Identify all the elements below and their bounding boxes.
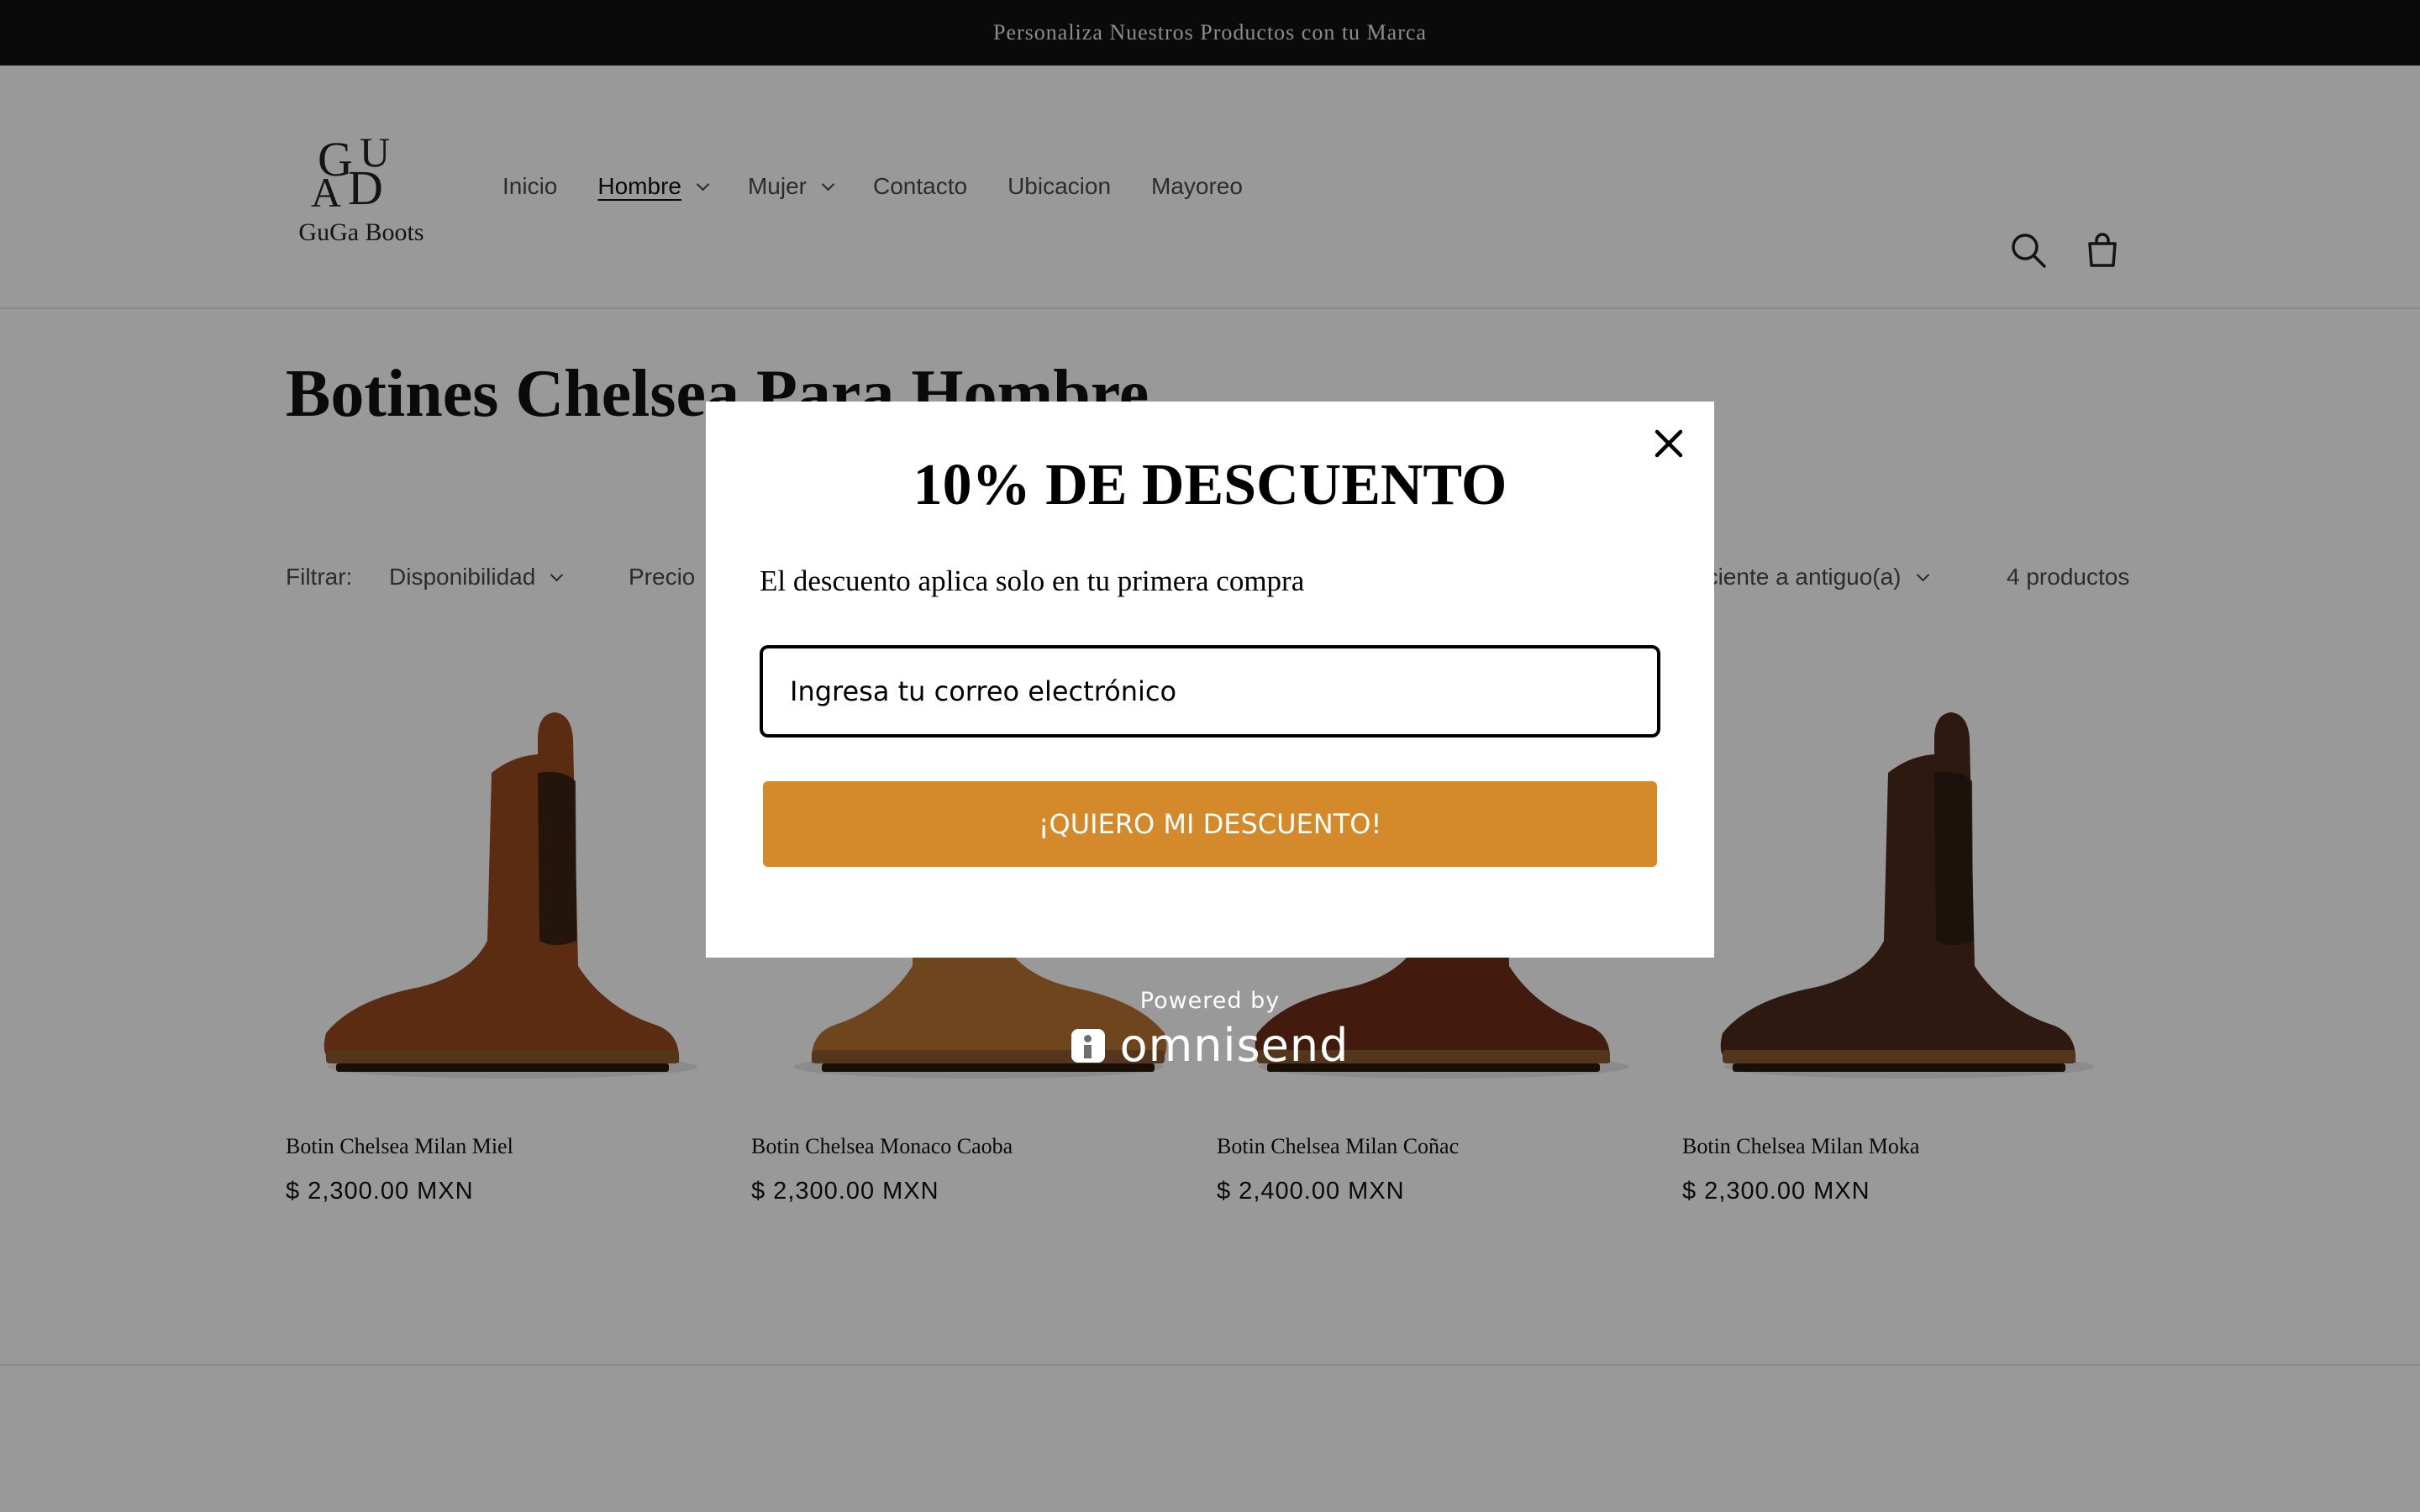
omnisend-brand: omnisend	[1042, 1019, 1378, 1072]
powered-by-label: Powered by	[1139, 988, 1281, 1014]
popup-subtitle: El descuento aplica solo en tu primera c…	[760, 564, 1305, 597]
powered-by-omnisend[interactable]: Powered by omnisend	[1042, 988, 1378, 1072]
popup-title: 10% DE DESCUENTO	[913, 453, 1507, 517]
discount-popup: 10% DE DESCUENTO El descuento aplica sol…	[706, 402, 1714, 958]
omnisend-logo-icon	[1071, 1028, 1105, 1063]
omnisend-wordmark: omnisend	[1119, 1019, 1349, 1072]
email-field[interactable]	[760, 645, 1660, 738]
discount-submit-button[interactable]: ¡QUIERO MI DESCUENTO!	[763, 781, 1657, 867]
